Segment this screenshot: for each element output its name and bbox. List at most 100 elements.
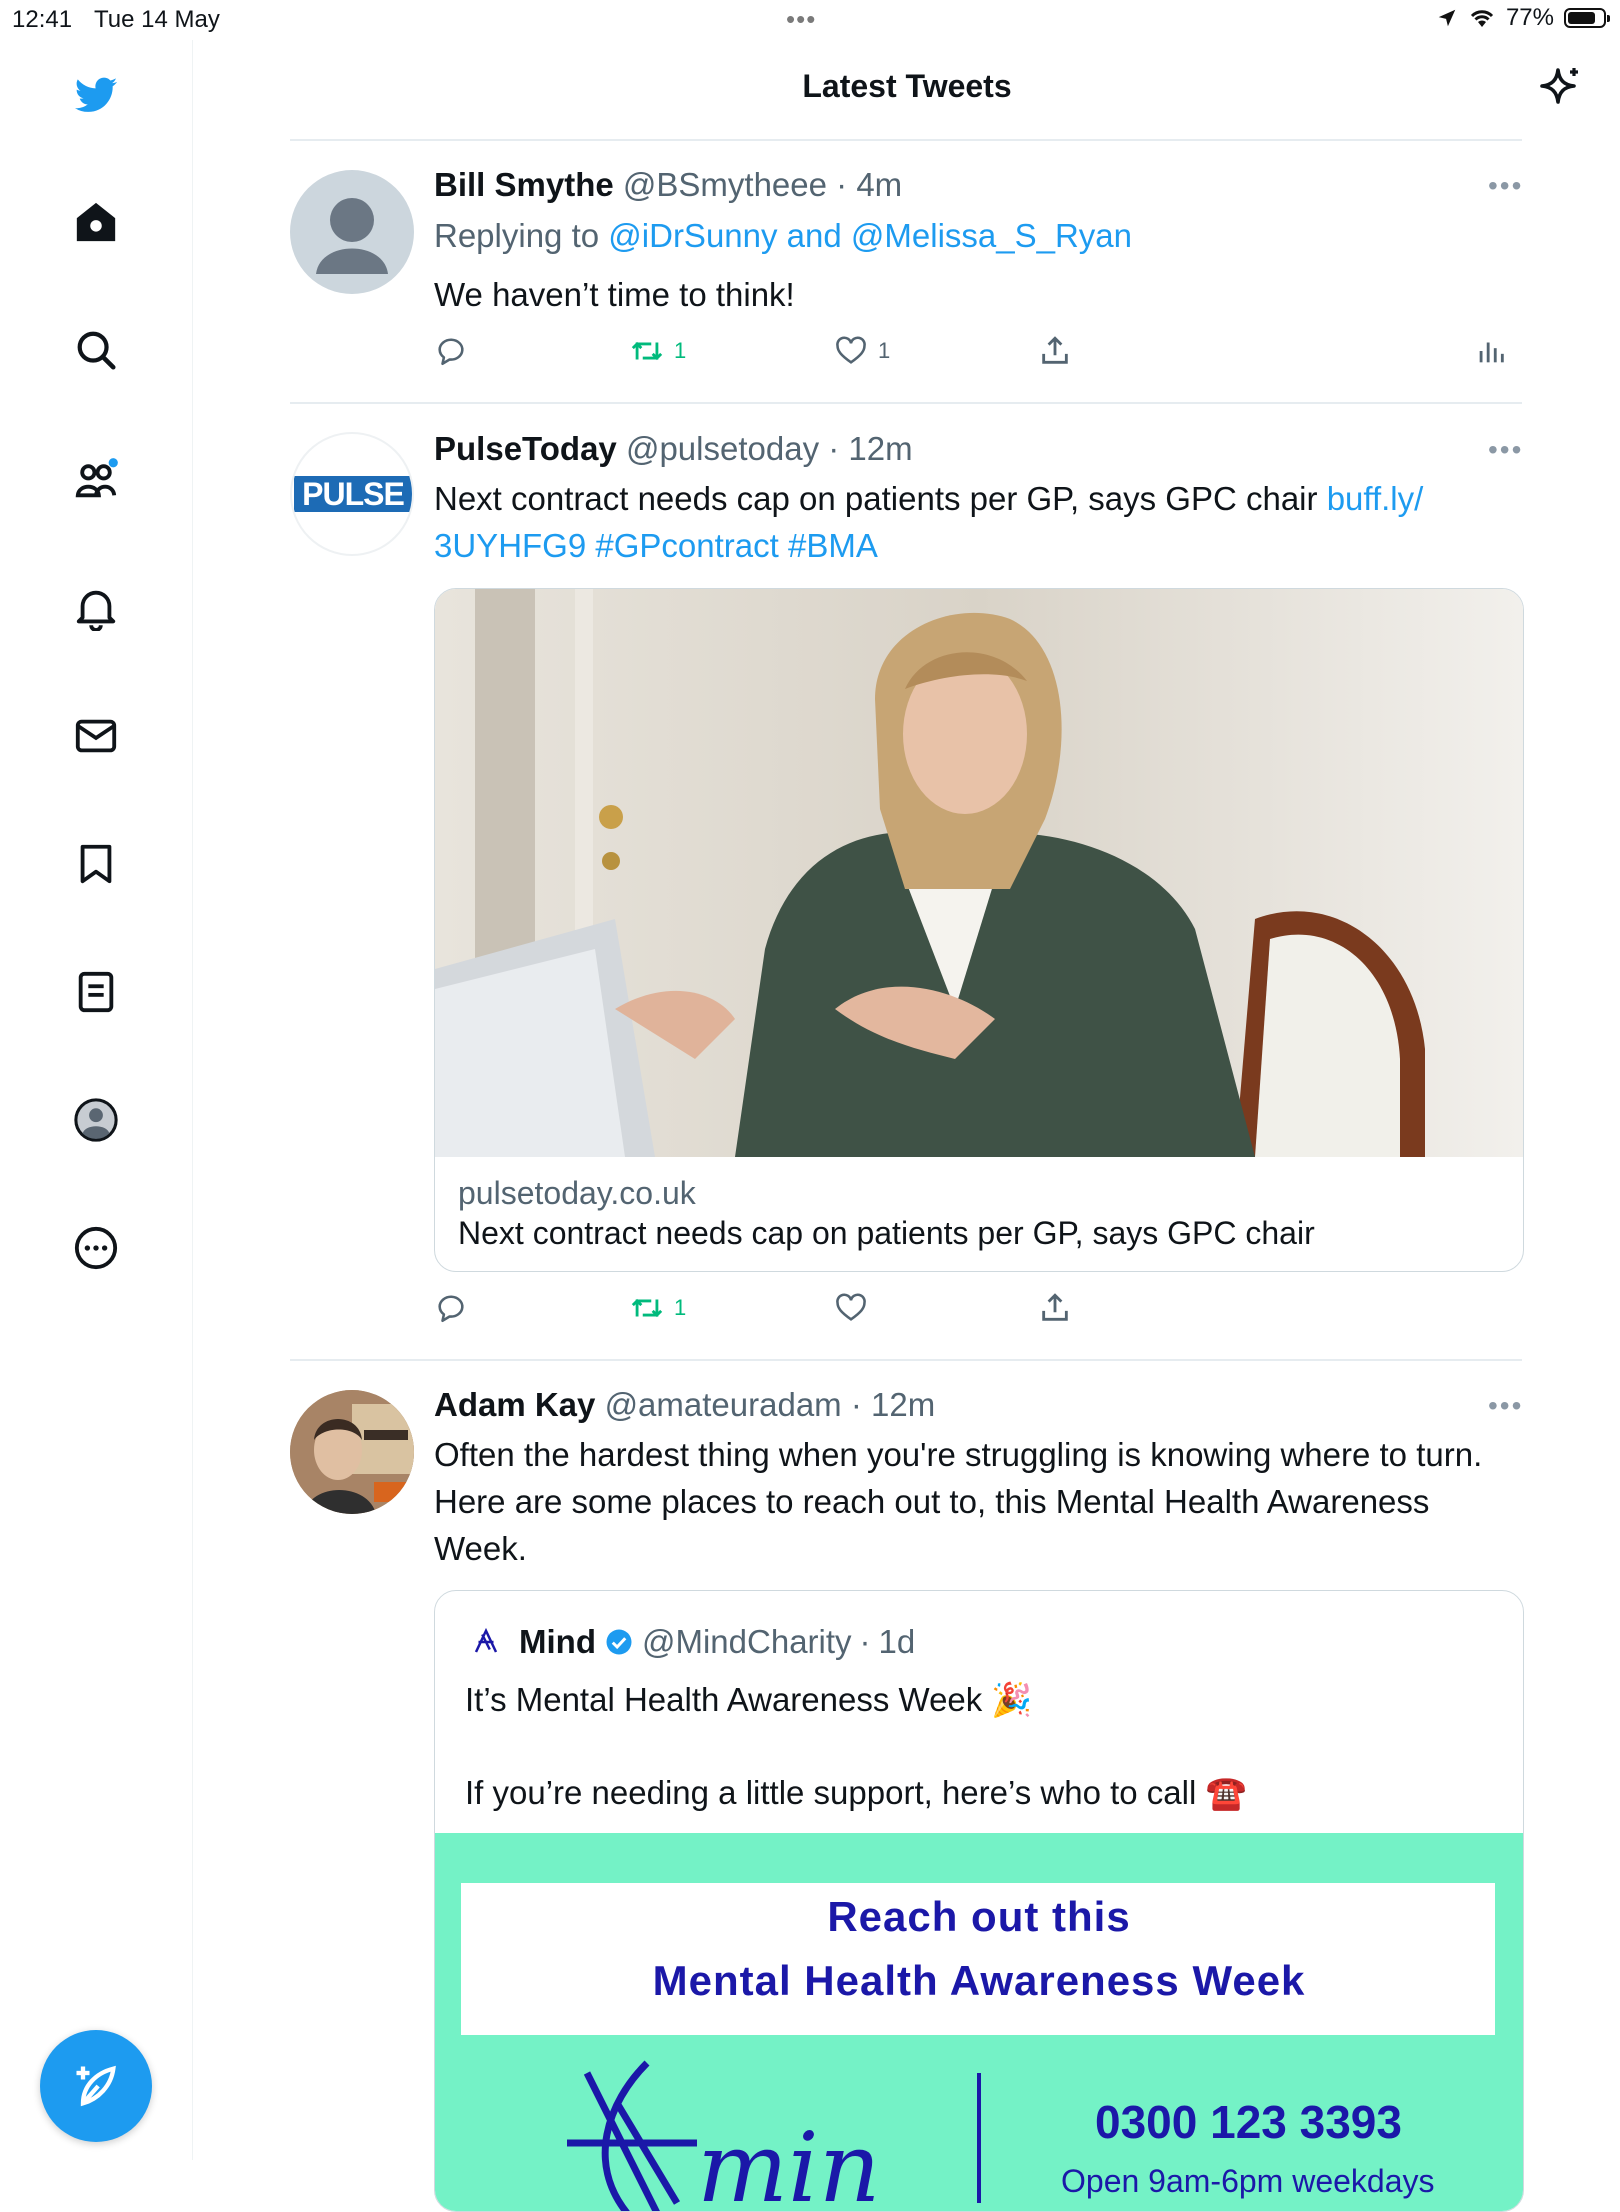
multitasking-dots[interactable]: ••• <box>786 4 816 35</box>
card-title: Next contract needs cap on patients per … <box>458 1215 1315 1251</box>
tweet-text: Next contract needs cap on patients per … <box>434 475 1524 569</box>
like-button[interactable] <box>834 1291 868 1325</box>
quote-time: 1d <box>878 1623 916 1660</box>
reply-context: Replying to @iDrSunny and @Melissa_S_Rya… <box>434 212 1524 259</box>
tweet-time: 12m <box>848 430 913 467</box>
more-options-icon[interactable]: ••• <box>1488 434 1523 466</box>
author-name[interactable]: Bill Smythe <box>434 166 614 203</box>
verified-badge-icon <box>606 1629 632 1655</box>
quote-text-line-2: If you’re needing a little support, here… <box>465 1774 1247 1811</box>
like-count: 1 <box>878 338 891 363</box>
compose-icon <box>76 2065 116 2107</box>
battery-icon <box>1564 8 1610 28</box>
retweet-count: 1 <box>674 338 687 363</box>
author-handle[interactable]: @amateuradam <box>605 1386 842 1423</box>
banner-line-1: Reach out this <box>827 1893 1131 1940</box>
page-title: Latest Tweets <box>802 68 1012 104</box>
sidebar <box>0 40 193 2160</box>
status-date: Tue 14 May <box>94 6 220 33</box>
avatar[interactable] <box>290 1390 414 1514</box>
status-bar: 12:41 Tue 14 May ••• 77% <box>0 0 1620 40</box>
analytics-button[interactable] <box>1474 334 1508 368</box>
analytics-icon <box>1479 342 1504 363</box>
more-icon[interactable] <box>70 1222 122 1274</box>
quote-author-handle[interactable]: @MindCharity <box>642 1623 852 1661</box>
author-handle[interactable]: @pulsetoday <box>626 430 819 467</box>
link-card[interactable]: pulsetoday.co.uk Next contract needs cap… <box>434 588 1524 1272</box>
article-photo <box>435 589 1523 1157</box>
people-icon[interactable] <box>70 454 122 506</box>
hashtag-gpcontract[interactable]: #GPcontract <box>595 527 778 564</box>
reply-button[interactable] <box>434 334 468 368</box>
compose-button[interactable] <box>40 2030 152 2142</box>
wifi-icon <box>1470 10 1494 27</box>
banner-separator <box>977 2073 981 2203</box>
svg-text:mind: mind <box>697 2112 877 2212</box>
tweet-link[interactable]: buff.ly/ <box>1327 480 1424 517</box>
tweet-meta: PulseToday @pulsetoday · 12m <box>434 430 913 467</box>
twitter-logo-icon[interactable] <box>70 70 122 122</box>
banner-line-2: Mental Health Awareness Week <box>652 1957 1306 2004</box>
quote-text-line-1: It’s Mental Health Awareness Week 🎉 <box>465 1681 1033 1718</box>
list-icon[interactable] <box>70 966 122 1018</box>
share-button[interactable] <box>1038 334 1072 368</box>
status-time: 12:41 <box>12 6 73 33</box>
sparkle-icon[interactable] <box>1536 64 1584 112</box>
reply-button[interactable] <box>434 1291 468 1325</box>
retweet-button[interactable]: 1 <box>630 334 686 368</box>
reply-icon <box>438 1295 464 1323</box>
heart-icon <box>836 1293 866 1321</box>
author-handle[interactable]: @BSmytheee <box>623 166 827 203</box>
mind-avatar-icon[interactable] <box>471 1627 501 1657</box>
battery-percent: 77% <box>1505 4 1554 31</box>
author-name[interactable]: Adam Kay <box>434 1386 595 1423</box>
retweet-icon <box>631 341 663 361</box>
quoted-tweet[interactable]: Mind @MindCharity · 1d It’s Mental Healt… <box>434 1590 1524 2212</box>
banner-hours: Open 9am-6pm weekdays <box>1061 2163 1435 2199</box>
retweet-count: 1 <box>674 1295 687 1320</box>
bell-icon[interactable] <box>70 582 122 634</box>
quote-author-name[interactable]: Mind <box>519 1623 596 1661</box>
bookmark-icon[interactable] <box>70 838 122 890</box>
avatar[interactable]: PULSE <box>290 432 414 556</box>
share-button[interactable] <box>1038 1291 1072 1325</box>
tweet-text: We haven’t time to think! <box>434 276 795 313</box>
pulse-logo: PULSE <box>294 476 412 512</box>
share-icon <box>1042 336 1068 364</box>
retweet-button[interactable]: 1 <box>630 1291 686 1325</box>
author-name[interactable]: PulseToday <box>434 430 617 467</box>
mind-logo-icon: mind <box>567 2060 877 2212</box>
tweet-meta: Bill Smythe @BSmytheee · 4m <box>434 166 903 203</box>
header-divider <box>290 139 1522 141</box>
tweet-text: Often the hardest thing when you're stru… <box>434 1436 1483 1567</box>
avatar-icon[interactable] <box>70 1094 122 1146</box>
tweet-time: 4m <box>856 166 903 203</box>
tweet-actions: 1 <box>434 1291 1524 1331</box>
quote-image: Reach out this Mental Health Awareness W… <box>435 1833 1523 2212</box>
tweet-body: Next contract needs cap on patients per … <box>434 480 1318 517</box>
tweet-divider <box>290 402 1522 404</box>
more-options-icon[interactable]: ••• <box>1488 1390 1523 1422</box>
tweet-meta: Adam Kay @amateuradam · 12m <box>434 1386 936 1423</box>
retweet-icon <box>631 1298 663 1318</box>
banner-phone: 0300 123 3393 <box>1095 2096 1402 2148</box>
status-right: 77% <box>1436 4 1610 32</box>
hashtag-bma[interactable]: #BMA <box>788 527 878 564</box>
tweet-divider <box>290 1359 1522 1361</box>
envelope-icon[interactable] <box>70 710 122 762</box>
share-icon <box>1042 1293 1068 1321</box>
card-domain: pulsetoday.co.uk <box>458 1175 696 1211</box>
reply-targets-link[interactable]: @iDrSunny and @Melissa_S_Ryan <box>608 217 1132 254</box>
search-icon[interactable] <box>70 324 122 376</box>
location-icon <box>1438 9 1456 27</box>
reply-prefix: Replying to <box>434 217 600 254</box>
heart-icon <box>836 336 866 364</box>
quote-meta: Mind @MindCharity · 1d <box>471 1623 915 1661</box>
tweet-actions: 1 1 <box>434 334 1524 374</box>
like-button[interactable]: 1 <box>834 334 890 368</box>
avatar[interactable] <box>290 170 414 294</box>
tweet-link-cont[interactable]: 3UYHFG9 <box>434 527 586 564</box>
home-icon[interactable] <box>70 196 122 248</box>
more-options-icon[interactable]: ••• <box>1488 170 1523 202</box>
tweet-time: 12m <box>871 1386 936 1423</box>
